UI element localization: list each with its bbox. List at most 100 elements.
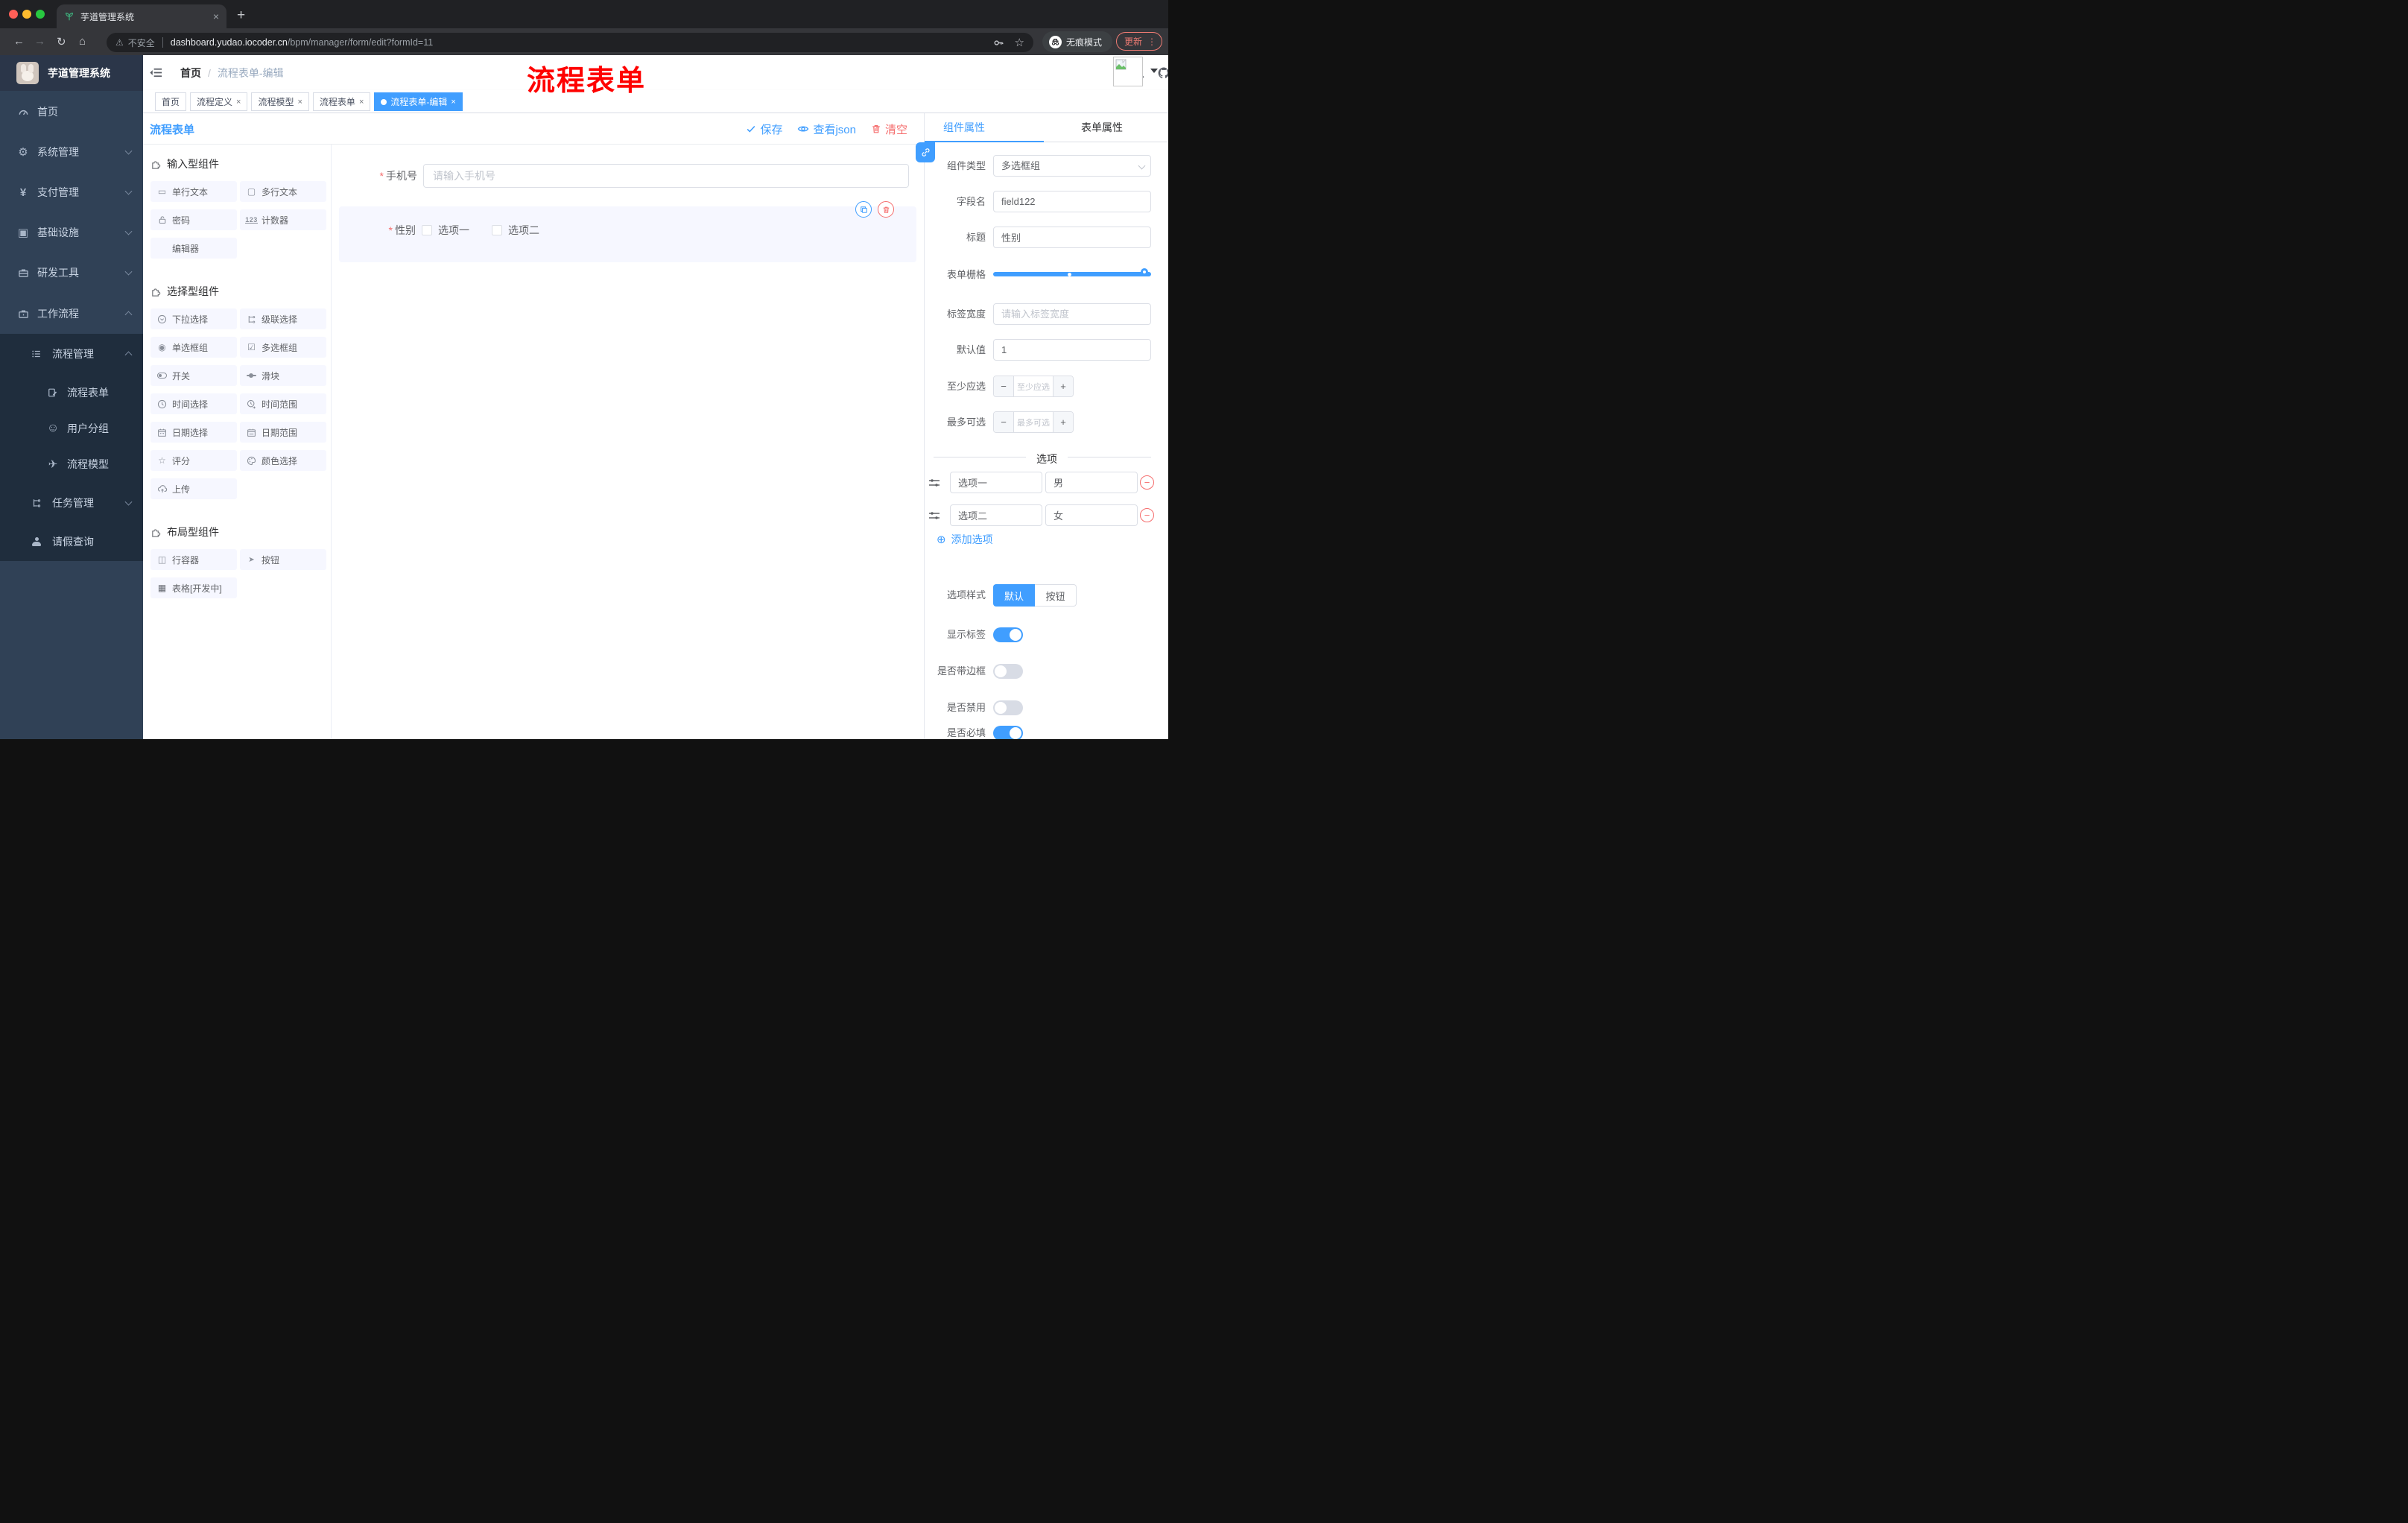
sidebar-logo[interactable]: 芋道管理系统 xyxy=(0,55,143,91)
field-name-input[interactable] xyxy=(993,191,1151,212)
breadcrumb-home[interactable]: 首页 xyxy=(180,66,201,80)
component-password[interactable]: 密码 xyxy=(150,209,237,230)
sidebar-collapse-button[interactable] xyxy=(149,55,163,90)
component-checkbox-group[interactable]: ☑ 多选框组 xyxy=(240,337,326,358)
field-link-tab[interactable] xyxy=(916,142,935,162)
option-drag-handle[interactable] xyxy=(928,509,941,522)
sidebar-item-task-mgmt[interactable]: 任务管理 xyxy=(0,485,143,521)
checkbox-box[interactable] xyxy=(422,225,432,235)
stepper-plus-button[interactable]: + xyxy=(1054,376,1073,396)
component-cascader[interactable]: 级联选择 xyxy=(240,308,326,329)
component-editor[interactable]: 编辑器 xyxy=(150,238,237,259)
component-single-line-text[interactable]: ▭ 单行文本 xyxy=(150,181,237,202)
remove-option1-button[interactable]: − xyxy=(1140,475,1154,490)
sidebar-item-user-group[interactable]: ☺ 用户分组 xyxy=(0,411,143,446)
sidebar-item-process-model[interactable]: ✈ 流程模型 xyxy=(0,446,143,482)
bookmark-star-icon[interactable]: ☆ xyxy=(1015,36,1024,49)
component-table[interactable]: ▦ 表格[开发中] xyxy=(150,577,237,598)
min-select-placeholder[interactable]: 至少应选 xyxy=(1013,376,1054,396)
tag-process-form[interactable]: 流程表单 × xyxy=(312,92,371,111)
sidebar-item-process-mgmt[interactable]: 流程管理 xyxy=(0,336,143,372)
sidebar-item-devtools[interactable]: 研发工具 xyxy=(0,253,143,293)
max-select-placeholder[interactable]: 最多可选 xyxy=(1013,412,1054,432)
component-multi-line-text[interactable]: ▢ 多行文本 xyxy=(240,181,326,202)
component-button[interactable]: ➤ 按钮 xyxy=(240,549,326,570)
sidebar-item-home[interactable]: 首页 xyxy=(0,92,143,132)
component-switch[interactable]: 开关 xyxy=(150,365,237,386)
view-json-button[interactable]: 查看json xyxy=(797,121,856,137)
window-close-button[interactable] xyxy=(9,10,18,19)
add-option-button[interactable]: ⊕ 添加选项 xyxy=(937,532,993,547)
window-minimize-button[interactable] xyxy=(22,10,31,19)
show-label-toggle[interactable] xyxy=(993,627,1023,642)
tag-close-icon[interactable]: × xyxy=(359,98,364,107)
new-tab-button[interactable]: + xyxy=(237,7,245,24)
sidebar-item-process-form[interactable]: 流程表单 xyxy=(0,375,143,411)
component-date-picker[interactable]: 日期选择 xyxy=(150,422,237,443)
option1-label-input[interactable] xyxy=(950,472,1042,493)
stepper-minus-button[interactable]: − xyxy=(994,376,1013,396)
remove-option2-button[interactable]: − xyxy=(1140,508,1154,522)
component-color-picker[interactable]: 颜色选择 xyxy=(240,450,326,471)
style-default-button[interactable]: 默认 xyxy=(993,584,1035,607)
address-bar[interactable]: ⚠ 不安全 dashboard.yudao.iocoder.cn/bpm/man… xyxy=(107,33,1033,52)
tab-component-props[interactable]: 组件属性 xyxy=(943,113,985,142)
default-value-input[interactable] xyxy=(993,339,1151,361)
tab-form-props[interactable]: 表单属性 xyxy=(1081,113,1123,142)
not-secure-label[interactable]: 不安全 xyxy=(128,37,155,49)
form-canvas[interactable]: 手机号 性别 选项一 选项二 xyxy=(332,145,924,739)
sidebar-item-workflow[interactable]: 工作流程 xyxy=(0,294,143,334)
disabled-toggle[interactable] xyxy=(993,700,1023,715)
component-rate[interactable]: ☆ 评分 xyxy=(150,450,237,471)
delete-component-button[interactable] xyxy=(878,201,894,218)
avatar-dropdown-caret[interactable] xyxy=(1150,69,1158,73)
gender-checkbox-option2[interactable]: 选项二 xyxy=(492,224,539,237)
component-row-container[interactable]: ◫ 行容器 xyxy=(150,549,237,570)
save-button[interactable]: 保存 xyxy=(746,121,782,137)
reload-icon[interactable]: ↻ xyxy=(57,35,66,48)
label-width-input[interactable] xyxy=(993,303,1151,325)
tag-home[interactable]: 首页 xyxy=(155,92,187,111)
tag-process-model[interactable]: 流程模型 × xyxy=(251,92,309,111)
sidebar-item-system[interactable]: ⚙ 系统管理 xyxy=(0,132,143,172)
forward-icon[interactable]: → xyxy=(34,35,45,48)
component-upload[interactable]: 上传 xyxy=(150,478,237,499)
option2-label-input[interactable] xyxy=(950,504,1042,526)
sidebar-item-leave-query[interactable]: 请假查询 xyxy=(0,524,143,560)
browser-update-button[interactable]: 更新 ⋮ xyxy=(1116,32,1162,51)
required-toggle[interactable] xyxy=(993,726,1023,739)
stepper-minus-button[interactable]: − xyxy=(994,412,1013,432)
component-counter[interactable]: 123 计数器 xyxy=(240,209,326,230)
sidebar-item-payment[interactable]: ¥ 支付管理 xyxy=(0,172,143,212)
avatar[interactable] xyxy=(1113,57,1143,86)
clear-button[interactable]: 清空 xyxy=(871,121,907,137)
back-icon[interactable]: ← xyxy=(13,35,25,48)
browser-menu-dots-icon[interactable]: ⋮ xyxy=(1147,37,1156,47)
form-grid-slider[interactable] xyxy=(993,272,1151,276)
option-drag-handle[interactable] xyxy=(928,476,941,490)
component-time-range[interactable]: 时间范围 xyxy=(240,393,326,414)
tab-close-icon[interactable]: × xyxy=(213,10,219,22)
border-toggle[interactable] xyxy=(993,664,1023,679)
component-select[interactable]: 下拉选择 xyxy=(150,308,237,329)
phone-field-input[interactable] xyxy=(423,164,909,188)
checkbox-box[interactable] xyxy=(492,225,502,235)
tag-close-icon[interactable]: × xyxy=(451,98,455,107)
window-zoom-button[interactable] xyxy=(36,10,45,19)
password-key-icon[interactable] xyxy=(993,37,1004,48)
title-input[interactable] xyxy=(993,227,1151,248)
tag-close-icon[interactable]: × xyxy=(297,98,302,107)
copy-component-button[interactable] xyxy=(855,201,872,218)
option2-value-input[interactable] xyxy=(1045,504,1138,526)
slider-handle[interactable] xyxy=(1141,268,1148,276)
component-slider[interactable]: 滑块 xyxy=(240,365,326,386)
component-date-range[interactable]: 日期范围 xyxy=(240,422,326,443)
gender-checkbox-option1[interactable]: 选项一 xyxy=(422,224,469,237)
component-radio-group[interactable]: ◉ 单选框组 xyxy=(150,337,237,358)
component-time-picker[interactable]: 时间选择 xyxy=(150,393,237,414)
tag-process-form-edit[interactable]: 流程表单-编辑 × xyxy=(374,92,463,111)
tag-close-icon[interactable]: × xyxy=(236,98,241,107)
sidebar-item-infra[interactable]: ▣ 基础设施 xyxy=(0,212,143,253)
tag-process-definition[interactable]: 流程定义 × xyxy=(190,92,248,111)
component-type-select[interactable]: 多选框组 xyxy=(993,155,1151,177)
